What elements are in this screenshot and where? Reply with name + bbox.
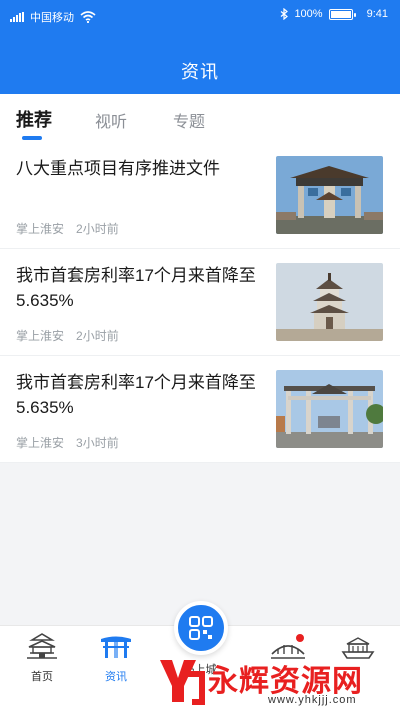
active-tab-indicator [22, 136, 42, 140]
tab-topics[interactable]: 专题 [173, 108, 205, 132]
news-time: 2小时前 [76, 329, 119, 343]
news-card[interactable]: 我市首套房利率17个月来首降至5.635% 掌上淮安 3小时前 [0, 356, 400, 463]
news-source: 掌上淮安 [16, 436, 65, 450]
news-title[interactable]: 我市首套房利率17个月来首降至5.635% [16, 370, 266, 420]
gate-icon [101, 636, 131, 658]
qr-scan-button[interactable] [174, 601, 228, 655]
nav-boat[interactable] [330, 632, 386, 668]
qr-label: 码上城 [183, 664, 217, 676]
bluetooth-icon [281, 8, 289, 20]
boat-icon [341, 637, 375, 659]
news-title[interactable]: 八大重点项目有序推进文件 [16, 156, 266, 181]
wifi-icon [80, 11, 96, 23]
news-source: 掌上淮安 [16, 329, 65, 343]
nav-label: 资讯 [105, 671, 127, 683]
news-title[interactable]: 我市首套房利率17个月来首降至5.635% [16, 263, 266, 313]
app-header: 中国移动 100% 9:41 资讯 [0, 0, 400, 94]
news-thumbnail[interactable] [276, 370, 383, 448]
news-card[interactable]: 我市首套房利率17个月来首降至5.635% 掌上淮安 2小时前 [0, 249, 400, 356]
tab-video[interactable]: 视听 [95, 108, 127, 132]
nav-news[interactable]: 资讯 [88, 632, 144, 684]
nav-label: 首页 [31, 671, 53, 683]
carrier-label: 中国移动 [30, 12, 74, 24]
tab-recommend[interactable]: 推荐 [16, 106, 52, 132]
news-thumbnail[interactable] [276, 156, 383, 234]
nav-bridge[interactable] [260, 632, 316, 668]
status-bar: 中国移动 100% 9:41 [0, 0, 400, 32]
news-time: 3小时前 [76, 436, 119, 450]
clock: 9:41 [366, 8, 388, 20]
bridge-icon [271, 634, 305, 659]
news-feed: 八大重点项目有序推进文件 掌上淮安 2小时前 我市首套房利率17个月来首降至5.6… [0, 142, 400, 463]
battery-percent: 100% [294, 8, 323, 20]
qr-code-icon [189, 616, 213, 640]
news-thumbnail[interactable] [276, 263, 383, 341]
news-card[interactable]: 八大重点项目有序推进文件 掌上淮安 2小时前 [0, 142, 400, 249]
signal-icon [10, 12, 24, 22]
news-time: 2小时前 [76, 222, 119, 236]
page-title: 资讯 [181, 62, 219, 82]
tab-bar: 推荐 视听 专题 [0, 94, 400, 142]
nav-home[interactable]: 首页 [14, 632, 70, 684]
news-source: 掌上淮安 [16, 222, 65, 236]
pagoda-icon [27, 633, 57, 659]
battery-icon [328, 8, 356, 20]
